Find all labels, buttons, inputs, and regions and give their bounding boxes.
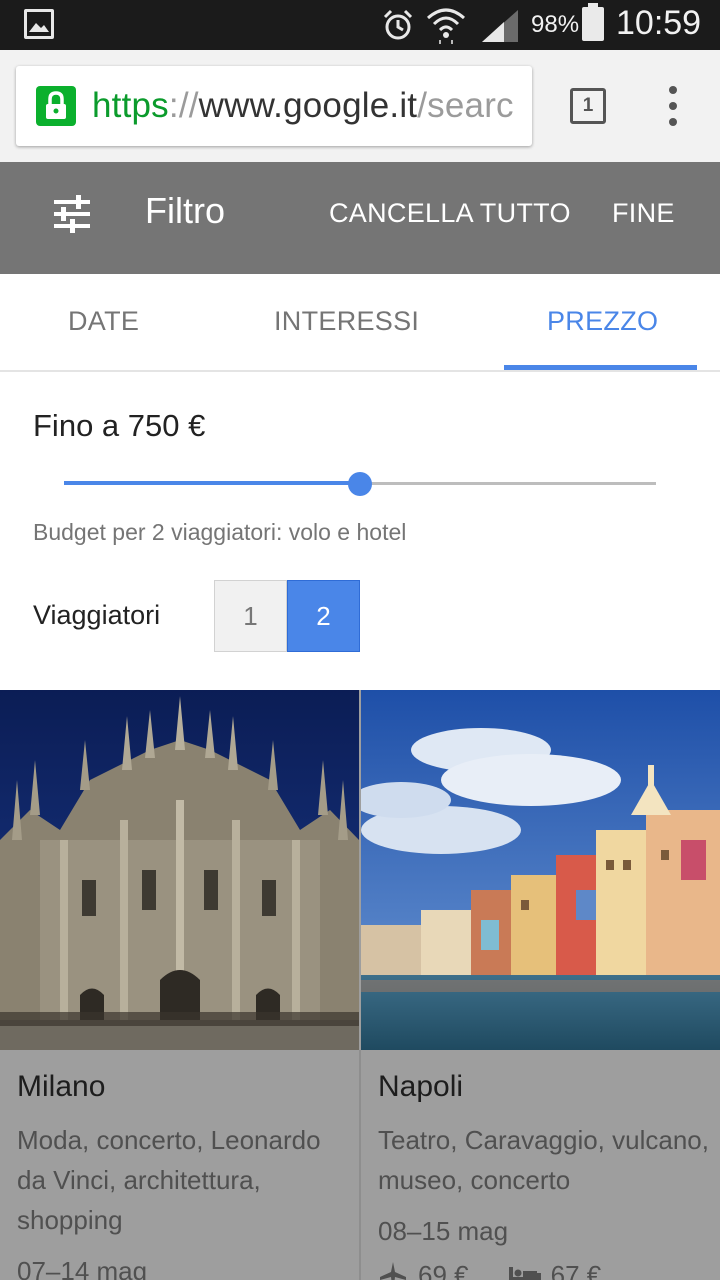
battery-percentage: 98% <box>531 11 580 38</box>
destination-dates: 08–15 mag <box>378 1216 509 1246</box>
url-separator: :// <box>168 86 199 125</box>
price-limit-label: Fino a 750 € <box>33 408 206 443</box>
filter-sliders-icon <box>54 195 90 233</box>
travelers-option-2[interactable]: 2 <box>287 580 360 652</box>
clock: 10:59 <box>616 4 702 42</box>
price-row: 69 € 67 € <box>378 1258 641 1280</box>
lock-icon <box>36 86 76 126</box>
hotel-price: 67 € <box>550 1259 602 1280</box>
clear-all-button[interactable]: CANCELLA TUTTO <box>329 198 571 229</box>
gallery-icon <box>24 9 54 39</box>
milano-cathedral-image <box>0 690 359 1050</box>
url-scheme: https <box>92 86 169 125</box>
tab-interessi[interactable]: INTERESSI <box>274 306 419 337</box>
destination-tags: Teatro, Caravaggio, vulcano, museo, conc… <box>378 1125 709 1195</box>
status-bar: 98% 10:59 <box>0 0 720 50</box>
done-button[interactable]: FINE <box>612 198 675 229</box>
browser-toolbar: https://www.google.it/searc 1 <box>0 50 720 162</box>
wifi-icon <box>427 8 465 44</box>
destination-card-milano[interactable]: Milano Moda, concerto, Leonardo da Vinci… <box>0 690 359 1280</box>
travelers-selector: 1 2 <box>214 580 360 652</box>
destination-dates: 07–14 mag <box>17 1256 148 1280</box>
battery-icon <box>582 3 604 41</box>
tab-switcher-button[interactable]: 1 <box>570 88 606 124</box>
destination-cards: Milano Moda, concerto, Leonardo da Vinci… <box>0 690 720 1280</box>
card-info: Milano Moda, concerto, Leonardo da Vinci… <box>0 1050 359 1280</box>
flight-price: 69 € <box>418 1259 469 1280</box>
slider-thumb[interactable] <box>348 472 372 496</box>
filter-tabs: DATE INTERESSI PREZZO <box>0 274 720 372</box>
filter-header: Filtro CANCELLA TUTTO FINE <box>0 162 720 274</box>
filter-title: Filtro <box>145 190 225 231</box>
destination-tags: Moda, concerto, Leonardo da Vinci, archi… <box>17 1125 321 1235</box>
flight-icon <box>380 1262 406 1280</box>
tab-date[interactable]: DATE <box>68 306 139 337</box>
travelers-label: Viaggiatori <box>33 600 161 630</box>
price-slider[interactable] <box>64 472 656 496</box>
destination-name: Milano <box>17 1070 106 1103</box>
alarm-icon <box>383 9 413 40</box>
destination-card-napoli[interactable]: Napoli Teatro, Caravaggio, vulcano, muse… <box>361 690 720 1280</box>
url-path: /searc <box>417 86 514 125</box>
address-bar[interactable]: https://www.google.it/searc <box>16 66 532 146</box>
slider-fill <box>64 481 360 485</box>
budget-note: Budget per 2 viaggiatori: volo e hotel <box>33 519 407 545</box>
url-text: https://www.google.it/searc <box>92 86 514 126</box>
url-host: www.google.it <box>198 86 418 125</box>
travelers-option-1[interactable]: 1 <box>214 580 287 652</box>
signal-icon <box>482 10 518 42</box>
active-tab-indicator <box>504 365 697 370</box>
hotel-bed-icon <box>508 1267 541 1280</box>
overflow-menu-icon[interactable] <box>666 86 680 126</box>
card-info: Napoli Teatro, Caravaggio, vulcano, muse… <box>361 1050 720 1280</box>
napoli-harbor-image <box>361 690 720 1050</box>
destination-name: Napoli <box>378 1070 464 1103</box>
tab-prezzo[interactable]: PREZZO <box>547 306 658 337</box>
